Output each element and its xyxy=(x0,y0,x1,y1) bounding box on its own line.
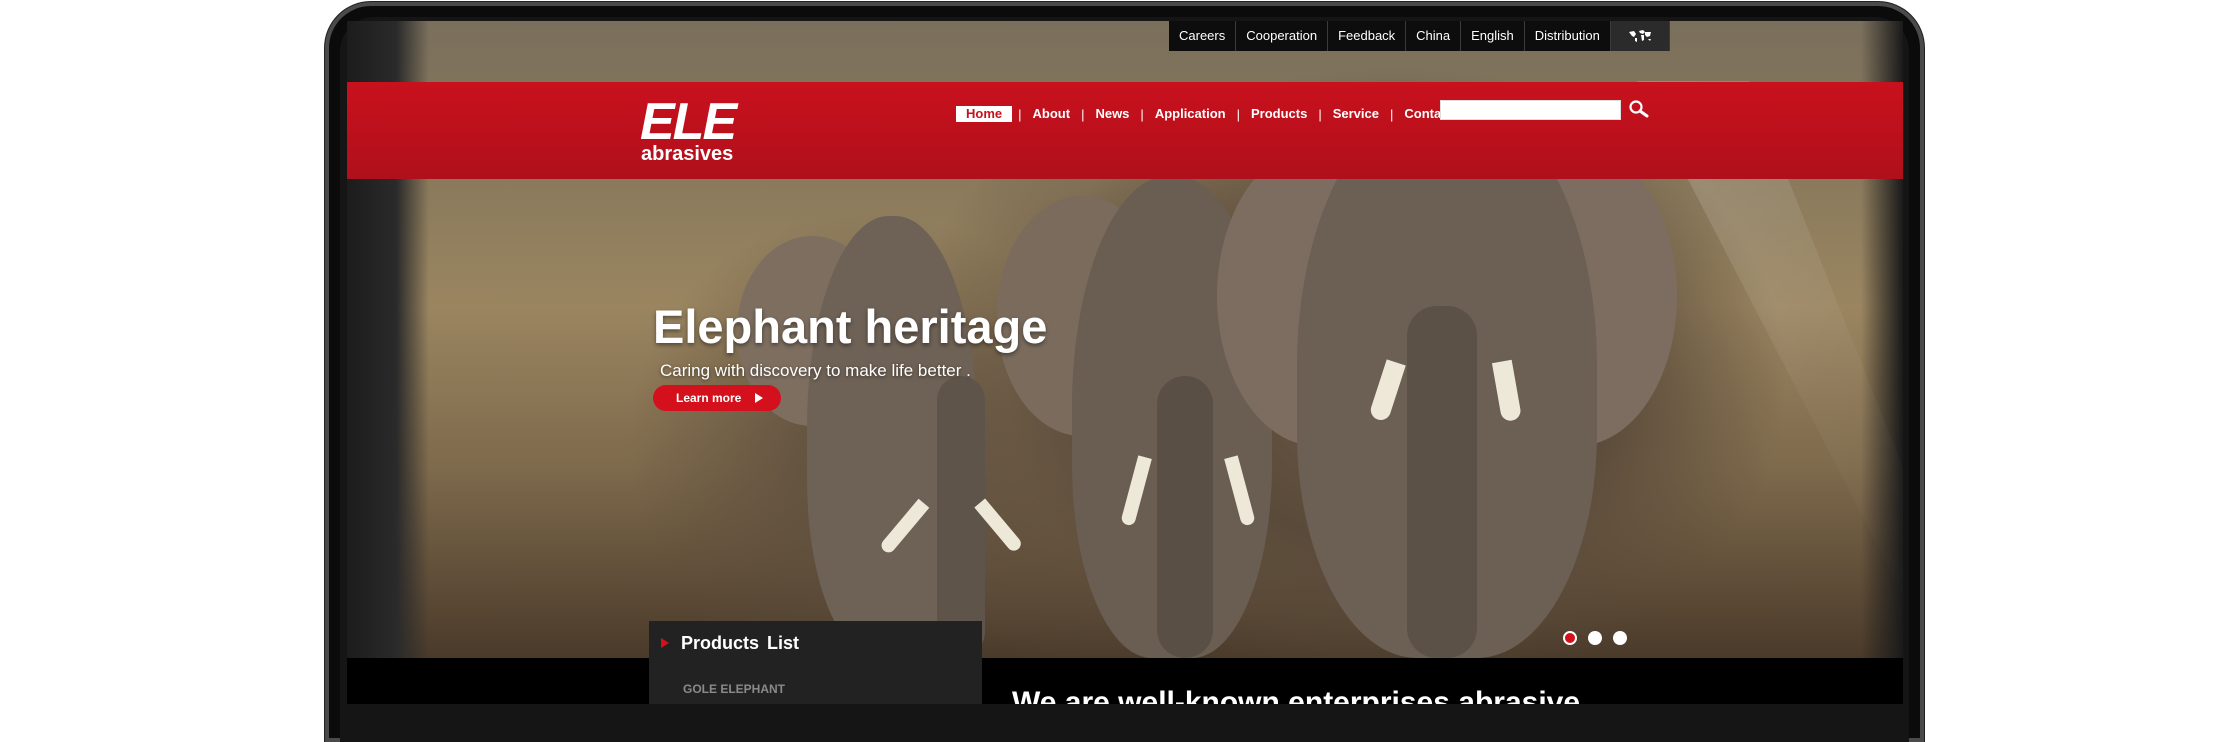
slider-dot-1[interactable] xyxy=(1563,631,1577,645)
slider-pagination xyxy=(1563,631,1627,645)
play-arrow-icon xyxy=(755,393,763,403)
world-map-icon[interactable] xyxy=(1610,21,1670,51)
nav-separator: | xyxy=(1318,106,1322,122)
nav-about[interactable]: About xyxy=(1028,106,1076,122)
elephant-left xyxy=(737,196,1024,656)
topbar-link-english[interactable]: English xyxy=(1461,21,1525,51)
nav-separator: | xyxy=(1018,106,1022,122)
nav-home[interactable]: Home xyxy=(956,106,1013,122)
products-list-title: Products List xyxy=(681,633,800,653)
main-headline: We are well-known enterprises abrasive xyxy=(1012,686,1581,704)
nav-separator: | xyxy=(1140,106,1144,122)
slide-subtitle: Caring with discovery to make life bette… xyxy=(660,361,971,380)
slider-dot-2[interactable] xyxy=(1588,631,1602,645)
nav-news[interactable]: News xyxy=(1090,106,1134,122)
learn-more-button[interactable]: Learn more xyxy=(653,385,781,411)
learn-more-label: Learn more xyxy=(676,391,742,405)
nav-separator: | xyxy=(1081,106,1085,122)
nav-application[interactable]: Application xyxy=(1150,106,1231,122)
search-input[interactable] xyxy=(1440,100,1621,120)
topbar-link-careers[interactable]: Careers xyxy=(1169,21,1237,51)
nav-separator: | xyxy=(1236,106,1240,122)
nav-separator: | xyxy=(1389,106,1394,122)
logo-ele[interactable]: ELE xyxy=(640,96,737,148)
slider-dot-3[interactable] xyxy=(1613,631,1627,645)
triangle-right-icon xyxy=(661,638,669,648)
site-header: ELE abrasives Home | About | News | Appl… xyxy=(347,82,1903,179)
nav-products[interactable]: Products xyxy=(1246,106,1312,122)
topbar-link-distribution[interactable]: Distribution xyxy=(1525,21,1611,51)
slide-title: Elephant heritage xyxy=(653,300,1048,353)
search-icon[interactable] xyxy=(1628,99,1650,121)
logo-abrasives[interactable]: abrasives xyxy=(641,144,733,164)
topbar-link-feedback[interactable]: Feedback xyxy=(1328,21,1407,51)
topbar-link-cooperation[interactable]: Cooperation xyxy=(1236,21,1329,51)
main-nav: Home | About | News | Application | Prod… xyxy=(954,106,1458,122)
top-utility-bar: Careers Cooperation Feedback China Engli… xyxy=(1169,21,1670,51)
website-screen: Careers Cooperation Feedback China Engli… xyxy=(347,21,1903,704)
topbar-link-china[interactable]: China xyxy=(1406,21,1462,51)
products-list-item[interactable]: GOLE ELEPHANT xyxy=(683,682,785,696)
nav-service[interactable]: Service xyxy=(1328,106,1384,122)
products-list-panel: Products List GOLE ELEPHANT xyxy=(649,621,982,704)
